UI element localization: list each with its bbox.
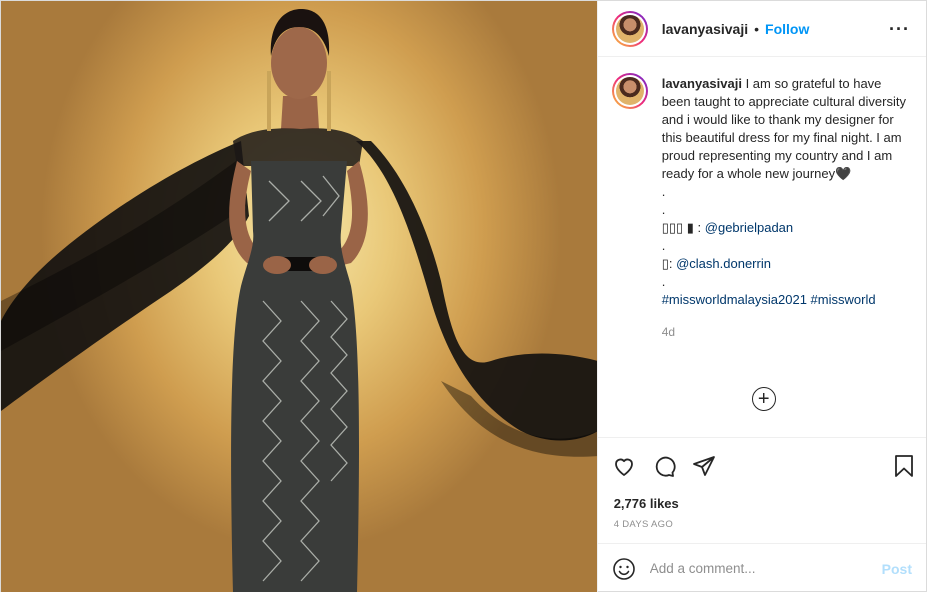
caption-author-avatar[interactable] [611,73,648,109]
photographer-mention-link[interactable]: @clash.donerrin [676,256,771,271]
add-comment-row: Post [597,543,926,592]
post-side-panel: lavanyasivaji • Follow ··· lavanyasivaji… [596,1,926,592]
comment-bubble-icon[interactable] [652,454,676,478]
caption-body: I am so grateful to have been taught to … [661,76,906,181]
designer-prefix: ▯▯▯ ▮ : [661,220,705,235]
designer-credit: ▯▯▯ ▮ : @gebrielpadan [662,219,908,237]
likes-count[interactable]: 2,776 likes [598,493,926,515]
caption-dot: . [661,238,666,253]
caption-dot: . [661,184,666,199]
smiley-icon[interactable] [612,557,636,581]
plus-circle-icon[interactable]: + [751,387,776,411]
bookmark-icon[interactable] [892,454,916,478]
caption-username[interactable]: lavanyasivaji [662,76,742,91]
follow-button[interactable]: Follow [765,21,809,37]
author-username[interactable]: lavanyasivaji [662,21,748,37]
instagram-post: lavanyasivaji • Follow ··· lavanyasivaji… [0,0,927,592]
photo-prefix: ▯: [661,256,677,271]
action-bar [597,437,926,493]
caption-dot: . [661,274,666,289]
post-header: lavanyasivaji • Follow ··· [597,1,926,57]
heart-icon[interactable] [612,454,636,478]
post-date[interactable]: 4 DAYS AGO [598,515,926,543]
author-avatar[interactable] [611,10,648,47]
comments-section: lavanyasivaji I am so grateful to have b… [598,57,926,437]
caption-text: lavanyasivaji I am so grateful to have b… [662,75,908,341]
photo-credit: ▯: @clash.donerrin [662,255,908,273]
more-options-icon[interactable]: ··· [889,19,910,40]
comment-input[interactable] [649,561,882,576]
designer-mention-link[interactable]: @gebrielpadan [705,220,793,235]
avatar-image [615,14,644,43]
avatar-image [615,77,644,105]
paper-plane-icon[interactable] [692,454,716,478]
model-illustration [1,9,597,592]
caption-age[interactable]: 4d [662,323,908,341]
post-comment-button[interactable]: Post [882,561,912,577]
hashtags-link[interactable]: #missworldmalaysia2021 #missworld [662,291,908,309]
caption-row: lavanyasivaji I am so grateful to have b… [611,73,910,341]
post-photo[interactable] [1,1,597,592]
separator-dot: • [754,20,760,37]
caption-dot: . [661,202,666,217]
